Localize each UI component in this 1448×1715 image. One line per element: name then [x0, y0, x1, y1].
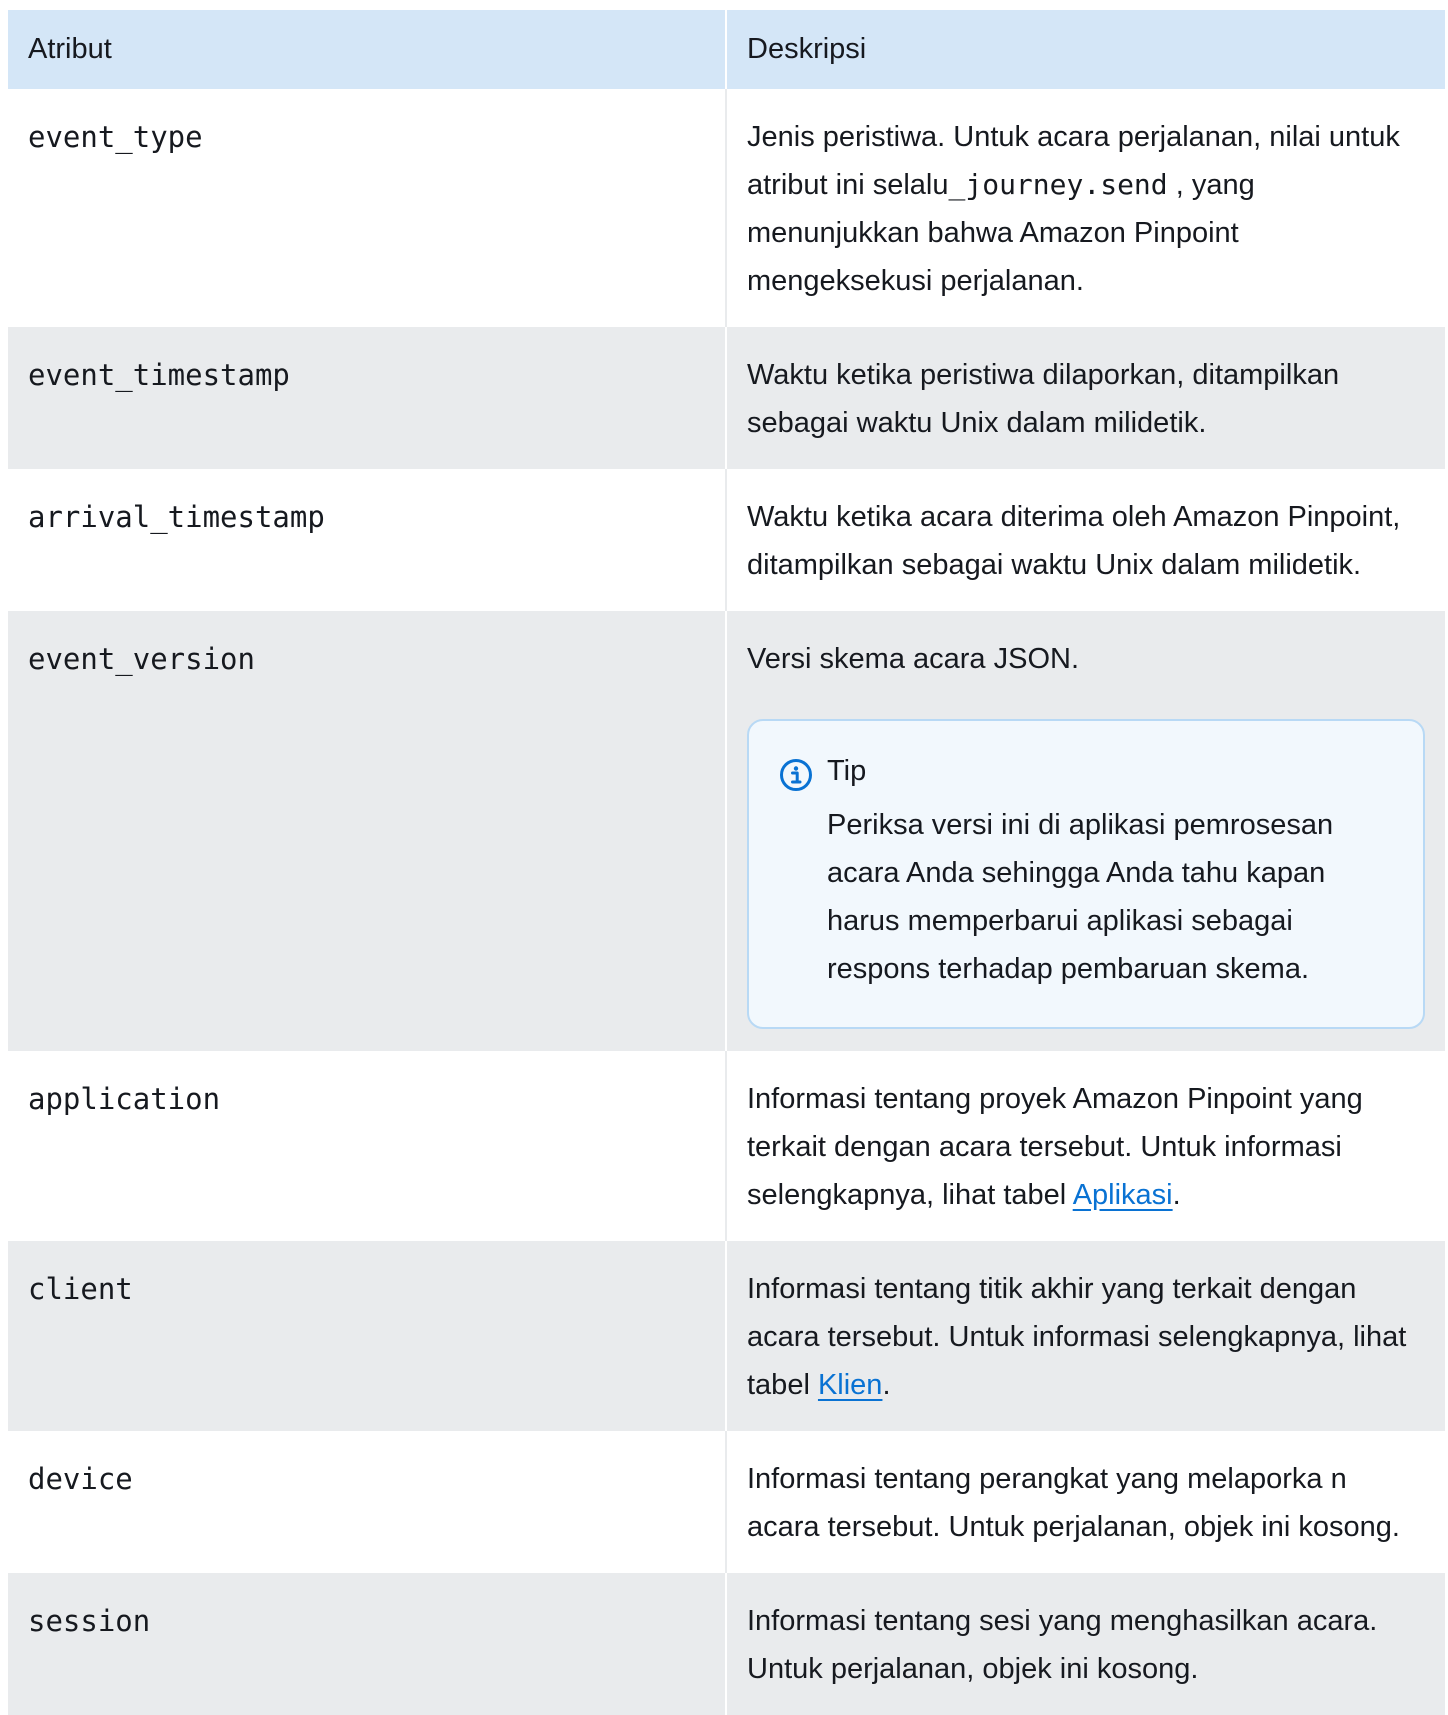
- attribute-name: event_timestamp: [8, 327, 727, 469]
- column-header-attribute: Atribut: [8, 10, 727, 89]
- attribute-name: arrival_timestamp: [8, 469, 727, 611]
- table-row: application Informasi tentang proyek Ama…: [8, 1051, 1445, 1241]
- table-row: event_timestamp Waktu ketika peristiwa d…: [8, 327, 1445, 469]
- attribute-description: Informasi tentang perangkat yang melapor…: [726, 1431, 1445, 1573]
- table-row: client Informasi tentang titik akhir yan…: [8, 1241, 1445, 1431]
- table-header-row: Atribut Deskripsi: [8, 10, 1445, 89]
- link-klien[interactable]: Klien: [818, 1369, 883, 1401]
- attribute-name: client: [8, 1241, 727, 1431]
- attribute-name: event_version: [8, 611, 727, 1051]
- attributes-table: Atribut Deskripsi event_type Jenis peris…: [8, 10, 1445, 1715]
- description-text: .: [1172, 1179, 1181, 1211]
- description-text: Informasi tentang proyek Amazon Pinpoint…: [747, 1083, 1363, 1211]
- tip-title: Tip: [827, 755, 867, 787]
- attribute-description: Waktu ketika peristiwa dilaporkan, ditam…: [726, 327, 1445, 469]
- table-row: device Informasi tentang perangkat yang …: [8, 1431, 1445, 1573]
- table-row: event_version Versi skema acara JSON. Ti…: [8, 611, 1445, 1051]
- attribute-name: event_type: [8, 89, 727, 327]
- attribute-description: Informasi tentang proyek Amazon Pinpoint…: [726, 1051, 1445, 1241]
- tip-body: Tip Periksa versi ini di aplikasi pemros…: [827, 751, 1387, 993]
- table-row: session Informasi tentang sesi yang meng…: [8, 1573, 1445, 1715]
- tip-text: Periksa versi ini di aplikasi pemrosesan…: [827, 809, 1334, 985]
- table-row: event_type Jenis peristiwa. Untuk acara …: [8, 89, 1445, 327]
- attribute-description: Versi skema acara JSON. Tip Periksa vers…: [726, 611, 1445, 1051]
- attribute-description: Informasi tentang titik akhir yang terka…: [726, 1241, 1445, 1431]
- description-text: Versi skema acara JSON.: [747, 643, 1079, 675]
- info-icon: [780, 759, 812, 791]
- attribute-description: Waktu ketika acara diterima oleh Amazon …: [726, 469, 1445, 611]
- column-header-description: Deskripsi: [726, 10, 1445, 89]
- table-row: arrival_timestamp Waktu ketika acara dit…: [8, 469, 1445, 611]
- attribute-description: Informasi tentang sesi yang menghasilkan…: [726, 1573, 1445, 1715]
- link-aplikasi[interactable]: Aplikasi: [1073, 1179, 1173, 1211]
- inline-code: _journey.send: [948, 168, 1168, 201]
- attribute-name: application: [8, 1051, 727, 1241]
- attribute-name: session: [8, 1573, 727, 1715]
- tip-callout: Tip Periksa versi ini di aplikasi pemros…: [747, 719, 1425, 1029]
- attribute-name: device: [8, 1431, 727, 1573]
- attribute-description: Jenis peristiwa. Untuk acara perjalanan,…: [726, 89, 1445, 327]
- description-text: .: [882, 1369, 891, 1401]
